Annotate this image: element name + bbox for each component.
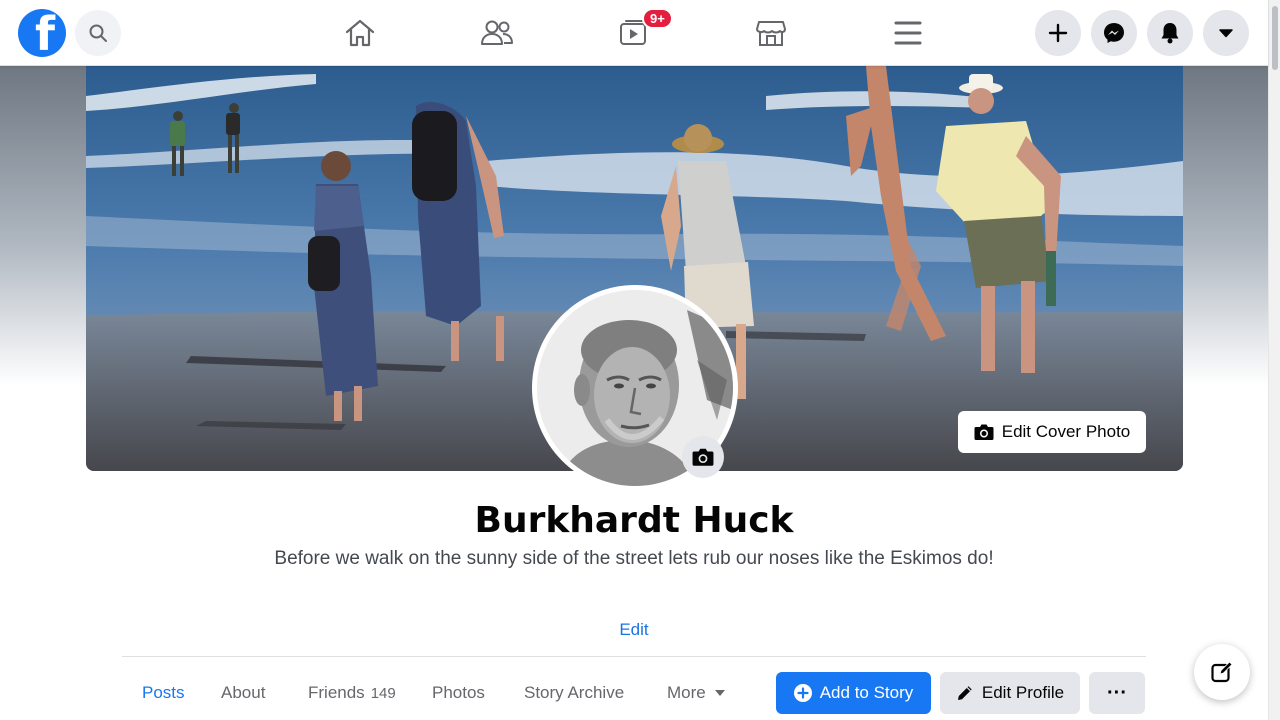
- plus-icon: [1048, 23, 1068, 43]
- tab-posts[interactable]: Posts: [142, 672, 185, 714]
- new-message-button[interactable]: [1194, 644, 1250, 700]
- profile-name: Burkhardt Huck: [474, 500, 794, 541]
- account-caret-icon: [1219, 29, 1233, 38]
- add-to-story-label: Add to Story: [819, 683, 914, 702]
- notifications-icon: [1161, 23, 1179, 44]
- tab-photos[interactable]: Photos: [432, 672, 485, 714]
- update-profile-picture-button[interactable]: [682, 436, 724, 478]
- nav-friends[interactable]: [475, 12, 519, 54]
- nav-marketplace[interactable]: [749, 12, 793, 54]
- friends-count: 149: [370, 684, 396, 702]
- search-button[interactable]: [75, 10, 121, 56]
- marketplace-icon: [756, 21, 786, 46]
- edit-cover-photo-button[interactable]: Edit Cover Photo: [958, 411, 1146, 453]
- search-icon: [89, 24, 107, 42]
- menu-icon: [894, 21, 922, 45]
- plus-circle-icon: [793, 684, 812, 702]
- camera-icon: [974, 424, 994, 440]
- notifications-button[interactable]: [1147, 10, 1193, 56]
- nav-home[interactable]: [338, 12, 382, 54]
- camera-icon: [692, 448, 714, 466]
- edit-profile-button[interactable]: Edit Profile: [940, 672, 1080, 714]
- nav-menu[interactable]: [886, 12, 930, 54]
- facebook-logo[interactable]: f: [18, 9, 66, 57]
- add-to-story-button[interactable]: Add to Story: [776, 672, 931, 714]
- tab-about[interactable]: About: [221, 672, 265, 714]
- home-icon: [345, 19, 375, 47]
- pencil-icon: [957, 686, 972, 700]
- profile-bio: Before we walk on the sunny side of the …: [274, 548, 994, 569]
- edit-bio-link[interactable]: Edit: [610, 620, 658, 640]
- tab-friends[interactable]: Friends 149: [308, 672, 396, 714]
- chevron-down-icon: [714, 690, 725, 696]
- edit-profile-label: Edit Profile: [981, 683, 1065, 702]
- top-navigation-bar: f 9+: [0, 0, 1268, 66]
- account-button[interactable]: [1203, 10, 1249, 56]
- create-button[interactable]: [1035, 10, 1081, 56]
- friends-icon: [481, 20, 513, 45]
- tab-story-archive[interactable]: Story Archive: [524, 672, 624, 714]
- edit-cover-photo-label: Edit Cover Photo: [1001, 422, 1131, 441]
- messenger-icon: [1104, 23, 1124, 43]
- tab-more[interactable]: More: [667, 672, 726, 714]
- watch-notification-badge: 9+: [642, 8, 673, 29]
- page-scrollbar[interactable]: [1268, 0, 1280, 720]
- messenger-button[interactable]: [1091, 10, 1137, 56]
- scrollbar-thumb[interactable]: [1272, 6, 1278, 70]
- profile-divider: [122, 656, 1146, 657]
- more-options-icon: ···: [1107, 681, 1127, 704]
- more-options-button[interactable]: ···: [1089, 672, 1145, 714]
- compose-icon: [1211, 661, 1233, 683]
